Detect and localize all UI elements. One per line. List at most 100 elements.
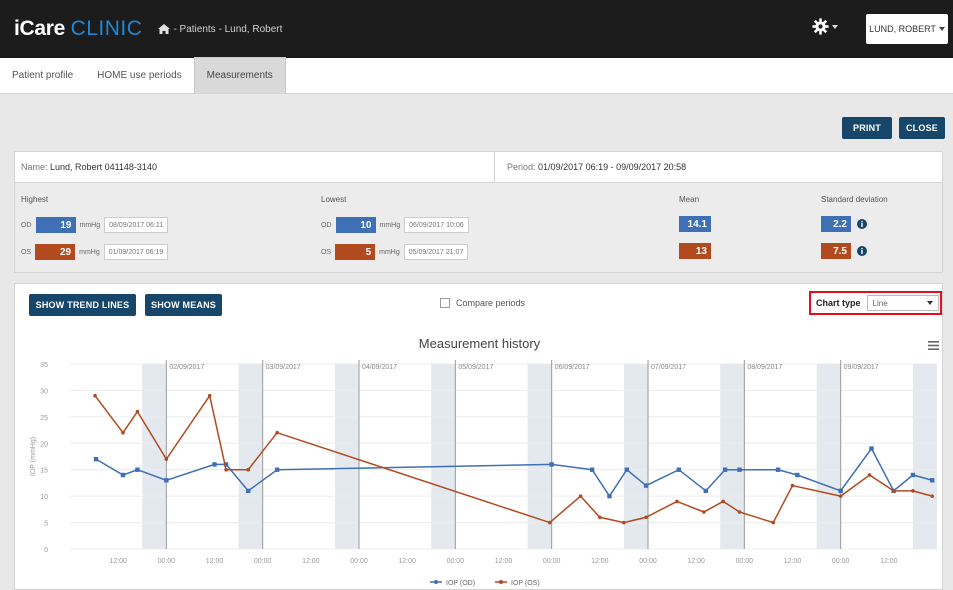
data-point xyxy=(910,472,916,478)
x-tick-label: 00:00 xyxy=(736,558,754,565)
info-icon[interactable] xyxy=(857,246,867,256)
stats-panel: Highest OD 19 mmHg 08/09/2017 06:11 OS 2… xyxy=(14,183,943,273)
data-point xyxy=(675,499,679,504)
lowest-os-date: 05/09/2017 21:07 xyxy=(403,244,469,260)
eye-label: OD xyxy=(321,221,332,229)
data-point xyxy=(589,467,595,472)
night-band xyxy=(431,364,456,549)
data-point xyxy=(164,457,169,461)
x-tick-label: 12:00 xyxy=(109,558,127,565)
date-label: 06/09/2017 xyxy=(555,364,590,371)
brand-suffix: CLINIC xyxy=(70,17,143,40)
x-tick-label: 12:00 xyxy=(784,558,802,565)
breadcrumb: - Patients - Lund, Robert xyxy=(158,24,282,35)
tab-measurements[interactable]: Measurements xyxy=(193,57,286,93)
data-point xyxy=(275,430,279,435)
x-tick-label: 00:00 xyxy=(639,558,657,565)
data-point xyxy=(246,467,251,472)
eye-label: OD xyxy=(21,221,32,229)
top-bar: iCare CLINIC - Patients - Lund, Robert L… xyxy=(0,0,953,58)
x-tick-label: 00:00 xyxy=(350,558,368,565)
close-button[interactable]: CLOSE xyxy=(899,117,945,139)
highest-os-value: 29 xyxy=(35,244,76,260)
unit-label: mmHg xyxy=(79,221,101,229)
date-label: 02/09/2017 xyxy=(169,364,204,371)
app-root: iCare CLINIC - Patients - Lund, Robert L… xyxy=(0,0,953,590)
info-icon[interactable] xyxy=(857,219,867,229)
legend-item: IOP (OS) xyxy=(511,580,540,587)
x-tick-label: 00:00 xyxy=(254,558,272,565)
data-point xyxy=(644,515,648,520)
data-point xyxy=(838,494,843,498)
night-band xyxy=(142,364,167,549)
brand-name: iCare xyxy=(14,17,66,40)
x-tick-label: 00:00 xyxy=(447,558,465,565)
data-point xyxy=(929,478,935,483)
highest-od-value: 19 xyxy=(35,217,76,233)
y-tick-label: 0 xyxy=(44,547,48,554)
date-label: 04/09/2017 xyxy=(362,364,397,371)
date-label: 09/09/2017 xyxy=(844,364,879,371)
breadcrumb-path[interactable]: - Patients - Lund, Robert xyxy=(173,24,282,35)
data-point xyxy=(869,446,874,451)
x-tick-label: 12:00 xyxy=(687,558,705,565)
user-menu[interactable]: LUND, ROBERT xyxy=(866,14,948,44)
night-band xyxy=(816,364,841,549)
sd-title: Standard deviation xyxy=(821,195,888,204)
x-tick-label: 12:00 xyxy=(495,558,513,565)
data-point xyxy=(120,472,126,478)
x-tick-label: 00:00 xyxy=(158,558,176,565)
data-point xyxy=(702,510,706,514)
sd-os-row: 7.5 xyxy=(821,243,867,259)
data-point xyxy=(598,515,602,520)
eye-label: OS xyxy=(321,248,332,256)
eye-label: OS xyxy=(21,248,32,256)
brand-logo[interactable]: iCare CLINIC xyxy=(14,17,142,41)
data-point xyxy=(867,473,872,477)
mean-title: Mean xyxy=(679,195,700,204)
tab-home-use-periods[interactable]: HOME use periods xyxy=(85,57,193,93)
patient-name-field: Name: Lund, Robert 041148-3140 xyxy=(21,162,157,172)
data-point xyxy=(164,478,169,483)
data-point xyxy=(930,494,934,498)
lowest-od-date: 06/09/2017 10:06 xyxy=(404,217,469,233)
data-point xyxy=(93,393,97,398)
tab-patient-profile[interactable]: Patient profile xyxy=(0,57,85,93)
patient-name: Lund, Robert 041148-3140 xyxy=(50,162,157,172)
x-tick-label: 12:00 xyxy=(302,558,320,565)
data-point xyxy=(703,488,708,494)
y-tick-label: 10 xyxy=(40,494,48,501)
data-point xyxy=(607,493,612,499)
highest-title: Highest xyxy=(21,195,49,204)
data-point xyxy=(771,520,776,525)
unit-label: mmHg xyxy=(379,248,400,256)
data-point xyxy=(737,467,742,472)
data-point xyxy=(643,483,649,488)
x-tick-label: 12:00 xyxy=(591,558,609,565)
gear-icon[interactable] xyxy=(812,18,829,35)
data-point xyxy=(775,467,781,472)
date-label: 07/09/2017 xyxy=(651,364,686,371)
print-button[interactable]: PRINT xyxy=(842,117,892,139)
date-label: 05/09/2017 xyxy=(458,364,493,371)
period-value: 01/09/2017 06:19 - 09/09/2017 20:58 xyxy=(538,162,687,172)
caret-down-icon xyxy=(938,27,945,31)
period-field: Period: 01/09/2017 06:19 - 09/09/2017 20… xyxy=(507,162,686,172)
data-point xyxy=(790,483,795,488)
data-point xyxy=(549,462,554,467)
user-name: LUND, ROBERT xyxy=(869,24,936,34)
highest-os-date: 01/09/2017 06:19 xyxy=(103,244,169,260)
unit-label: mmHg xyxy=(379,221,401,229)
data-point xyxy=(891,489,896,493)
highest-od-date: 08/09/2017 06:11 xyxy=(104,217,169,233)
settings-menu[interactable] xyxy=(812,18,838,35)
y-tick-label: 5 xyxy=(44,521,48,528)
data-point xyxy=(578,494,583,498)
x-tick-label: 00:00 xyxy=(832,558,850,565)
data-point xyxy=(135,409,140,414)
home-icon[interactable] xyxy=(158,24,171,34)
data-point xyxy=(722,467,728,472)
lowest-os-value: 5 xyxy=(335,244,376,260)
lowest-od-row: OD 10 mmHg 06/09/2017 10:06 xyxy=(321,217,469,233)
data-point xyxy=(212,462,217,467)
